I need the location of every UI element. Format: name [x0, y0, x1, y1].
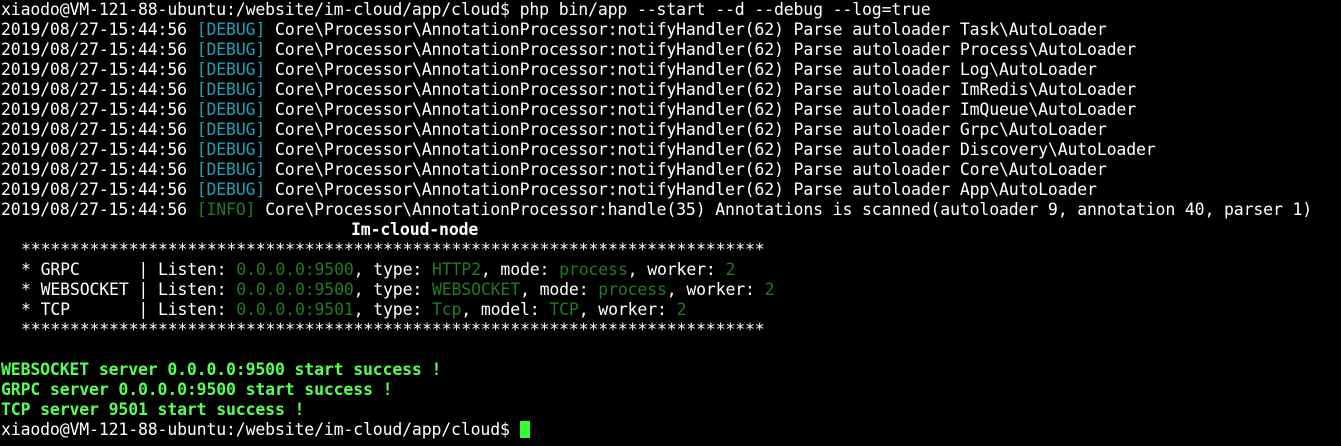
server-config-line: * WEBSOCKET | Listen: 0.0.0.0:9500, type… [1, 280, 1341, 300]
log-level: [DEBUG] [196, 100, 266, 119]
log-level: [DEBUG] [196, 140, 266, 159]
server-mode: process [559, 260, 628, 279]
log-timestamp: 2019/08/27-15:44:56 [1, 60, 187, 79]
server-type: Tcp [431, 300, 462, 319]
log-level: [DEBUG] [196, 180, 266, 199]
banner-border: ****************************************… [21, 240, 765, 259]
server-type-label: , type: [353, 300, 432, 319]
banner-border: ****************************************… [21, 320, 765, 339]
server-type: HTTP2 [431, 260, 481, 279]
server-type: WEBSOCKET [431, 280, 520, 299]
log-line: 2019/08/27-15:44:56 [DEBUG] Core\Process… [1, 40, 1341, 60]
log-timestamp: 2019/08/27-15:44:56 [1, 160, 187, 179]
log-timestamp: 2019/08/27-15:44:56 [1, 40, 187, 59]
log-line: 2019/08/27-15:44:56 [DEBUG] Core\Process… [1, 100, 1341, 120]
log-line: 2019/08/27-15:44:56 [DEBUG] Core\Process… [1, 80, 1341, 100]
server-worker-count: 2 [725, 260, 736, 279]
log-timestamp: 2019/08/27-15:44:56 [1, 100, 187, 119]
server-worker-count: 2 [764, 280, 775, 299]
log-line: 2019/08/27-15:44:56 [DEBUG] Core\Process… [1, 20, 1341, 40]
success-line: TCP server 9501 start success ! [1, 400, 305, 419]
log-message: Core\Processor\AnnotationProcessor:notif… [275, 80, 1136, 99]
server-type-label: , type: [353, 260, 432, 279]
server-config-line: * GRPC | Listen: 0.0.0.0:9500, type: HTT… [1, 260, 1341, 280]
server-label: * WEBSOCKET | Listen: [21, 280, 237, 299]
server-mode-label: , mode: [480, 260, 560, 279]
server-worker-label: , worker: [627, 260, 726, 279]
server-listen-address: 0.0.0.0:9500 [236, 260, 354, 279]
log-level: [DEBUG] [196, 60, 266, 79]
log-level: [DEBUG] [196, 20, 266, 39]
server-worker-count: 2 [676, 300, 687, 319]
log-level: [DEBUG] [196, 40, 266, 59]
log-message: Core\Processor\AnnotationProcessor:notif… [275, 140, 1156, 159]
log-message: Core\Processor\AnnotationProcessor:notif… [275, 20, 1107, 39]
log-message: Core\Processor\AnnotationProcessor:notif… [275, 160, 1107, 179]
server-worker-label: , worker: [578, 300, 677, 319]
log-timestamp: 2019/08/27-15:44:56 [1, 120, 187, 139]
success-line: GRPC server 0.0.0.0:9500 start success ! [1, 380, 393, 399]
log-message: Core\Processor\AnnotationProcessor:notif… [275, 120, 1107, 139]
log-line: 2019/08/27-15:44:56 [DEBUG] Core\Process… [1, 140, 1341, 160]
server-type-label: , type: [353, 280, 432, 299]
log-timestamp: 2019/08/27-15:44:56 [1, 80, 187, 99]
terminal-window[interactable]: xiaodo@VM-121-88-ubuntu:/website/im-clou… [0, 0, 1341, 446]
log-message: Core\Processor\AnnotationProcessor:notif… [275, 40, 1136, 59]
server-listen-address: 0.0.0.0:9501 [236, 300, 354, 319]
server-mode: TCP [549, 300, 579, 319]
log-output: 2019/08/27-15:44:56 [DEBUG] Core\Process… [1, 20, 1341, 220]
log-timestamp: 2019/08/27-15:44:56 [1, 200, 187, 219]
command-text: php bin/app --start --d --debug --log=tr… [519, 0, 931, 19]
server-config-line: * TCP | Listen: 0.0.0.0:9501, type: Tcp,… [1, 300, 1341, 320]
log-timestamp: 2019/08/27-15:44:56 [1, 140, 187, 159]
server-list: * GRPC | Listen: 0.0.0.0:9500, type: HTT… [1, 260, 1341, 320]
server-mode-label: , mode: [520, 280, 599, 299]
log-message: Core\Processor\AnnotationProcessor:notif… [275, 60, 1097, 79]
log-message: Core\Processor\AnnotationProcessor:notif… [275, 180, 1097, 199]
banner-border-top: ****************************************… [1, 240, 1341, 260]
log-line: 2019/08/27-15:44:56 [DEBUG] Core\Process… [1, 120, 1341, 140]
banner-border-bottom: ****************************************… [1, 320, 1341, 340]
log-level: [DEBUG] [196, 160, 266, 179]
server-listen-address: 0.0.0.0:9500 [236, 280, 354, 299]
prompt-line[interactable]: xiaodo@VM-121-88-ubuntu:/website/im-clou… [1, 420, 1341, 440]
banner-title: Im-cloud-node [351, 220, 479, 239]
log-message: Core\Processor\AnnotationProcessor:notif… [275, 100, 1136, 119]
log-level: [DEBUG] [196, 80, 266, 99]
server-mode: process [598, 280, 667, 299]
log-line: 2019/08/27-15:44:56 [INFO] Core\Processo… [1, 200, 1341, 220]
server-worker-label: , worker: [666, 280, 765, 299]
prompt: xiaodo@VM-121-88-ubuntu:/website/im-clou… [1, 420, 510, 439]
log-level: [DEBUG] [196, 120, 266, 139]
prompt: xiaodo@VM-121-88-ubuntu:/website/im-clou… [1, 0, 510, 19]
text-cursor[interactable] [519, 421, 530, 438]
server-label: * GRPC | Listen: [21, 260, 237, 279]
log-timestamp: 2019/08/27-15:44:56 [1, 180, 187, 199]
log-level: [INFO] [196, 200, 256, 219]
log-message: Core\Processor\AnnotationProcessor:handl… [265, 200, 1313, 219]
log-line: 2019/08/27-15:44:56 [DEBUG] Core\Process… [1, 60, 1341, 80]
command-line: xiaodo@VM-121-88-ubuntu:/website/im-clou… [1, 0, 1341, 20]
log-timestamp: 2019/08/27-15:44:56 [1, 20, 187, 39]
log-line: 2019/08/27-15:44:56 [DEBUG] Core\Process… [1, 160, 1341, 180]
banner-title-line: Im-cloud-node [1, 220, 1341, 240]
success-line: WEBSOCKET server 0.0.0.0:9500 start succ… [1, 360, 442, 379]
server-mode-label: , model: [461, 300, 550, 319]
server-label: * TCP | Listen: [21, 300, 237, 319]
log-line: 2019/08/27-15:44:56 [DEBUG] Core\Process… [1, 180, 1341, 200]
